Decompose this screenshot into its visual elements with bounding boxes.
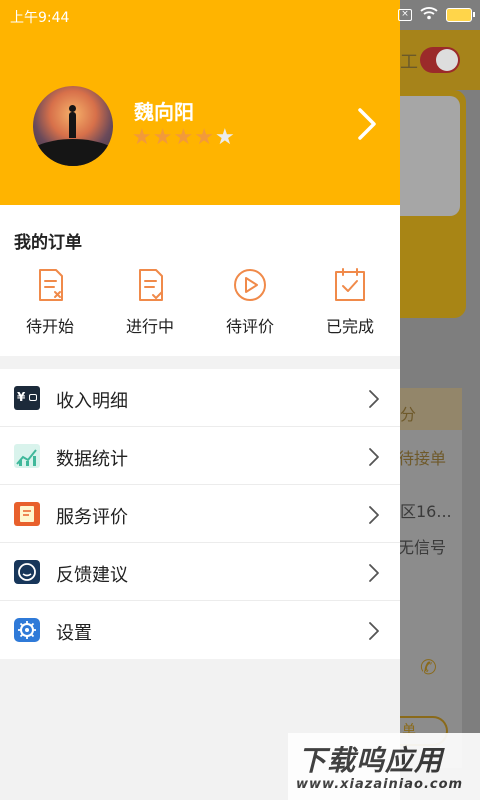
watermark-main-text: 下载呜应用 xyxy=(298,744,444,777)
sim-off-icon: × xyxy=(398,9,412,21)
background-toggle-label: 工 xyxy=(400,52,418,73)
profile-header[interactable]: 魏向阳 ★ ★ ★ ★ ★ xyxy=(0,0,400,205)
menu-item-label: 设置 xyxy=(56,623,92,644)
wifi-icon xyxy=(420,6,438,24)
menu-item-label: 收入明细 xyxy=(56,391,128,412)
order-pending-icon xyxy=(39,269,63,301)
watermark-url-text: www.xiazainiao.com xyxy=(296,777,464,792)
wallet-icon: ¥ xyxy=(14,386,40,410)
chevron-right-icon xyxy=(369,622,379,640)
feedback-icon xyxy=(14,560,40,584)
stats-icon xyxy=(14,444,40,468)
navigation-drawer: 魏向阳 ★ ★ ★ ★ ★ 我的订单 待开始 进行中 待评价 已完成 ¥ 收入明… xyxy=(0,0,400,800)
avatar[interactable] xyxy=(33,86,113,166)
menu-item-statistics[interactable]: 数据统计 xyxy=(0,427,400,485)
order-tab-to-review[interactable]: 待评价 xyxy=(200,267,300,337)
phone-icon: ✆ xyxy=(420,655,437,679)
status-bar: 上午9:44 × xyxy=(0,0,480,30)
order-tab-label: 进行中 xyxy=(125,317,174,336)
order-tab-completed[interactable]: 已完成 xyxy=(300,267,400,337)
star-icon: ★ xyxy=(132,125,152,150)
background-summary-card xyxy=(400,90,466,318)
chevron-right-icon xyxy=(369,390,379,408)
menu-item-reviews[interactable]: 服务评价 xyxy=(0,485,400,543)
watermark-logo: 下载呜应用 www.xiazainiao.com xyxy=(288,733,480,800)
my-orders-section: 我的订单 待开始 进行中 待评价 已完成 xyxy=(0,205,400,356)
review-icon xyxy=(14,502,40,526)
rating-stars: ★ ★ ★ ★ ★ xyxy=(132,126,235,150)
chevron-right-icon xyxy=(369,506,379,524)
menu-item-income[interactable]: ¥ 收入明细 xyxy=(0,369,400,427)
order-tab-label: 待开始 xyxy=(25,317,74,336)
settings-icon xyxy=(14,618,40,642)
menu-item-feedback[interactable]: 反馈建议 xyxy=(0,543,400,601)
menu-item-label: 数据统计 xyxy=(56,449,128,470)
chevron-right-icon xyxy=(369,448,379,466)
menu-item-label: 服务评价 xyxy=(56,507,128,528)
user-name: 魏向阳 xyxy=(134,100,194,124)
chevron-right-icon xyxy=(369,564,379,582)
drawer-menu: ¥ 收入明细 数据统计 服务评价 反馈建议 设置 xyxy=(0,369,400,659)
order-tab-pending[interactable]: 待开始 xyxy=(0,267,100,337)
chevron-right-icon[interactable] xyxy=(352,104,382,144)
background-score-text: 分 xyxy=(400,405,417,424)
order-to-review-icon xyxy=(234,269,266,301)
my-orders-title: 我的订单 xyxy=(14,233,82,253)
order-tab-in-progress[interactable]: 进行中 xyxy=(100,267,200,337)
star-icon: ★ xyxy=(194,125,214,150)
order-in-progress-icon xyxy=(139,269,163,301)
order-completed-icon xyxy=(335,268,365,301)
battery-charging-icon xyxy=(446,8,475,22)
star-icon: ★ xyxy=(214,125,235,150)
star-icon: ★ xyxy=(173,125,194,150)
background-online-toggle xyxy=(420,47,460,73)
menu-item-settings[interactable]: 设置 xyxy=(0,601,400,659)
status-time: 上午9:44 xyxy=(10,10,70,26)
order-tab-label: 已完成 xyxy=(325,317,374,336)
background-status-text: 待接单 xyxy=(398,449,447,468)
background-signal-text: 无信号 xyxy=(398,538,447,557)
star-icon: ★ xyxy=(152,125,173,150)
menu-item-label: 反馈建议 xyxy=(56,565,128,586)
order-tab-label: 待评价 xyxy=(225,317,274,336)
background-address-text: 区16... xyxy=(400,502,452,521)
